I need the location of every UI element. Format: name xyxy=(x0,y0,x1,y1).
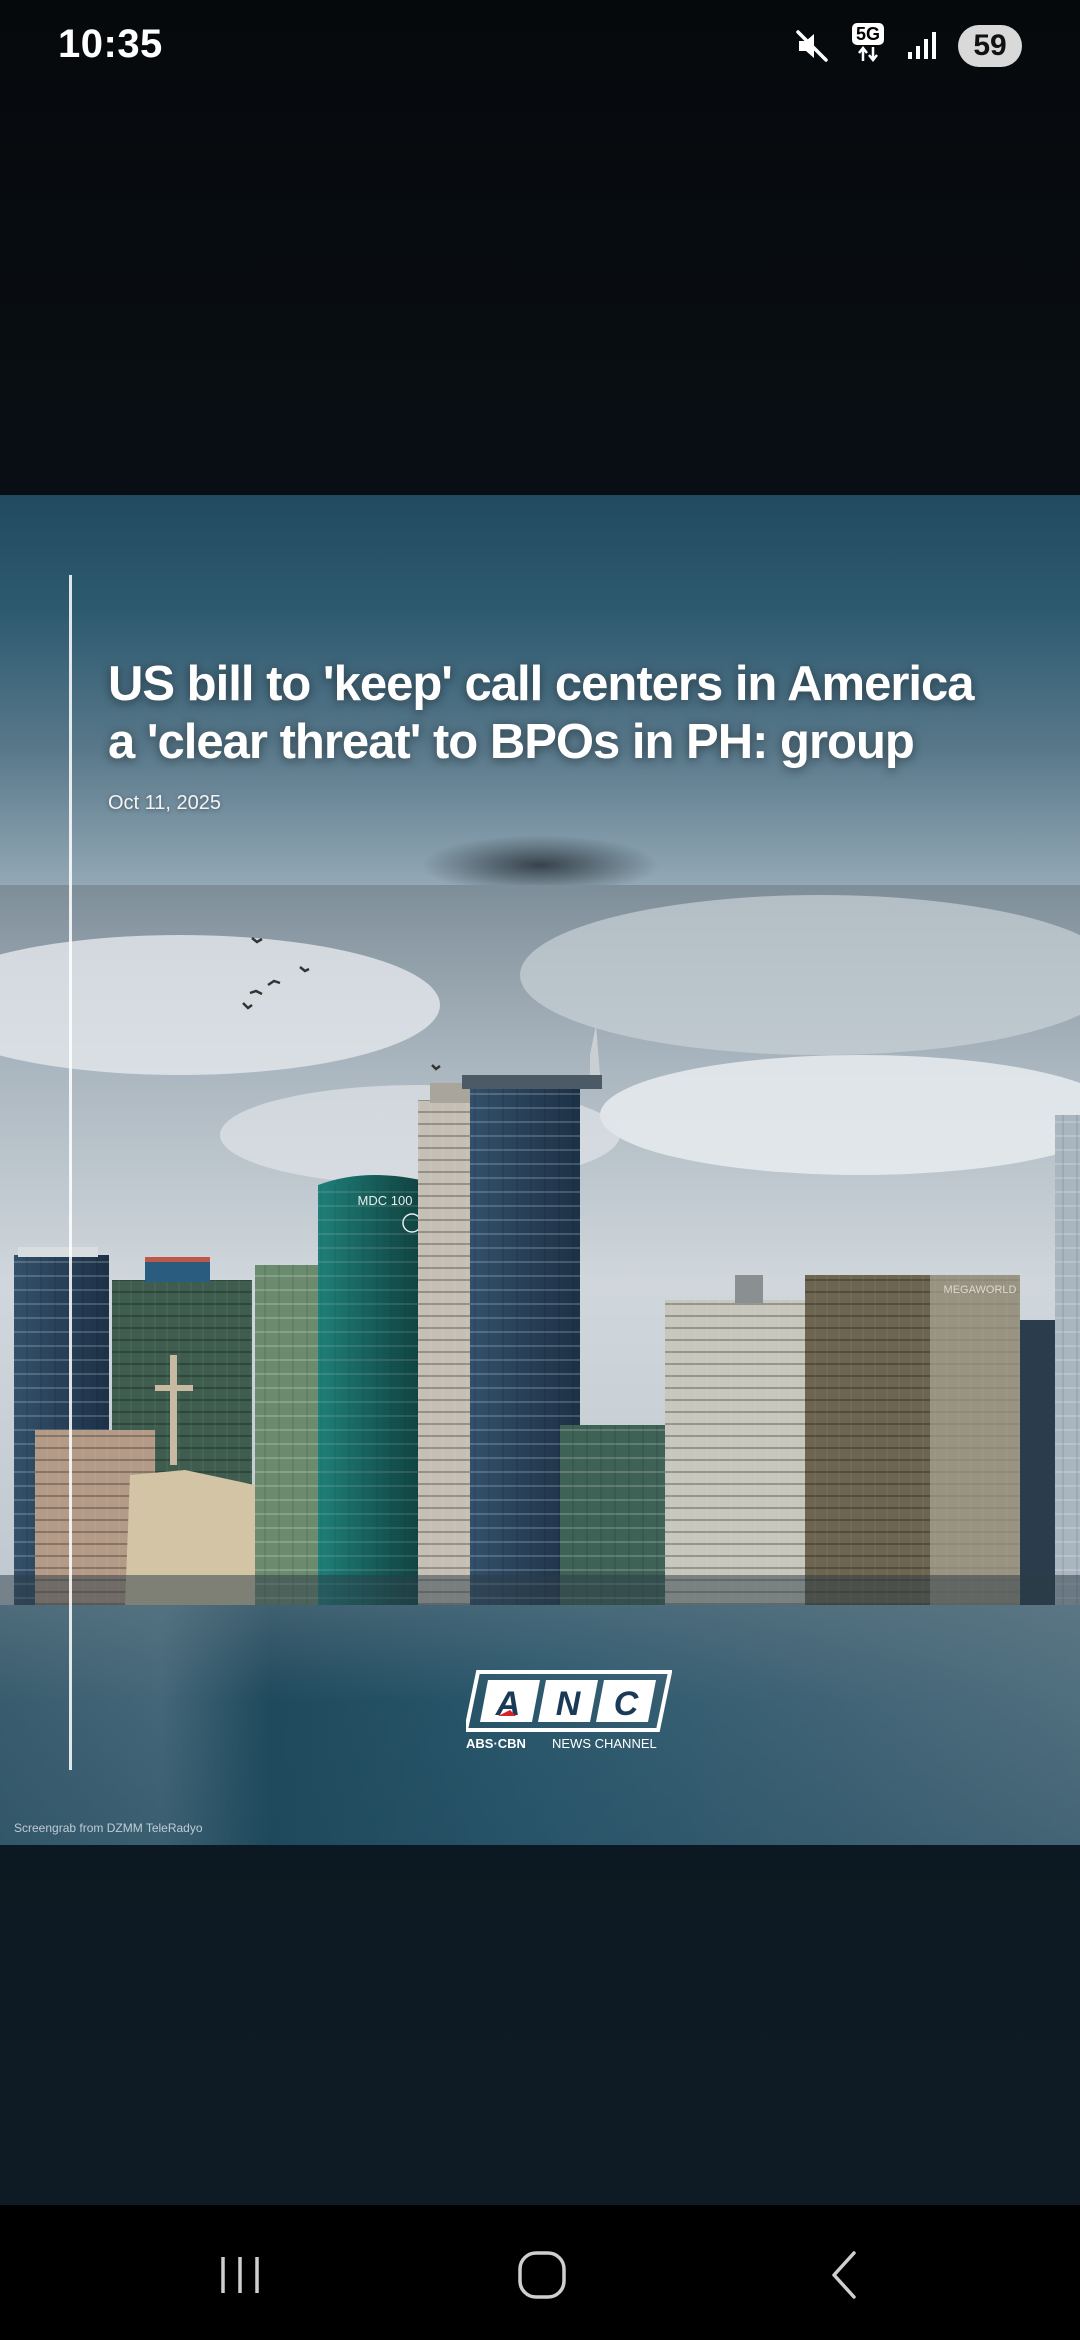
navigation-bar xyxy=(0,2205,1080,2340)
logo-letter-n: N xyxy=(556,1685,582,1723)
back-icon xyxy=(832,2251,856,2299)
5g-icon: 5G xyxy=(848,23,888,69)
data-arrows-icon xyxy=(858,45,878,63)
logo-channel: NEWS CHANNEL xyxy=(552,1736,657,1751)
logo-letter-a: A xyxy=(495,1685,521,1723)
battery-icon: 59 xyxy=(958,25,1022,67)
skyline-photo: MDC 100 MEGAWORLD xyxy=(0,885,1080,1605)
status-time: 10:35 xyxy=(58,22,163,66)
signal-icon xyxy=(906,31,940,61)
status-icons: 5G 59 xyxy=(794,22,1022,70)
story-card[interactable]: MDC 100 MEGAWORLD US bill to 'keep' call… xyxy=(0,495,1080,1845)
home-button[interactable] xyxy=(482,2235,602,2315)
mute-icon xyxy=(794,28,830,64)
headline-line-1: US bill to 'keep' call centers in Americ… xyxy=(108,657,975,711)
accent-rule xyxy=(69,575,72,1770)
network-type: 5G xyxy=(851,23,884,45)
story-date: Oct 11, 2025 xyxy=(108,792,222,814)
recent-apps-icon xyxy=(221,2257,259,2293)
status-bar: 10:35 5G 59 xyxy=(0,0,1080,96)
story-headline: US bill to 'keep' call centers in Americ… xyxy=(108,655,1028,771)
mdc-sign: MDC 100 xyxy=(358,1193,413,1208)
anc-logo: A N C ABS·CBN NEWS CHANNEL xyxy=(463,1670,673,1752)
battery-level: 59 xyxy=(973,29,1007,62)
back-button[interactable] xyxy=(784,2235,904,2315)
recent-apps-button[interactable] xyxy=(180,2235,300,2315)
home-icon xyxy=(518,2251,566,2299)
photo-credit: Screengrab from DZMM TeleRadyo xyxy=(14,1821,203,1835)
logo-letter-c: C xyxy=(614,1685,639,1723)
headline-line-2: a 'clear threat' to BPOs in PH: group xyxy=(108,715,915,769)
story-viewer-screen: 10:35 5G 59 MDC 100 MEGAWORLD US bill to… xyxy=(0,0,1080,2340)
megaworld-sign: MEGAWORLD xyxy=(944,1284,1017,1296)
logo-brand: ABS·CBN xyxy=(466,1736,526,1751)
